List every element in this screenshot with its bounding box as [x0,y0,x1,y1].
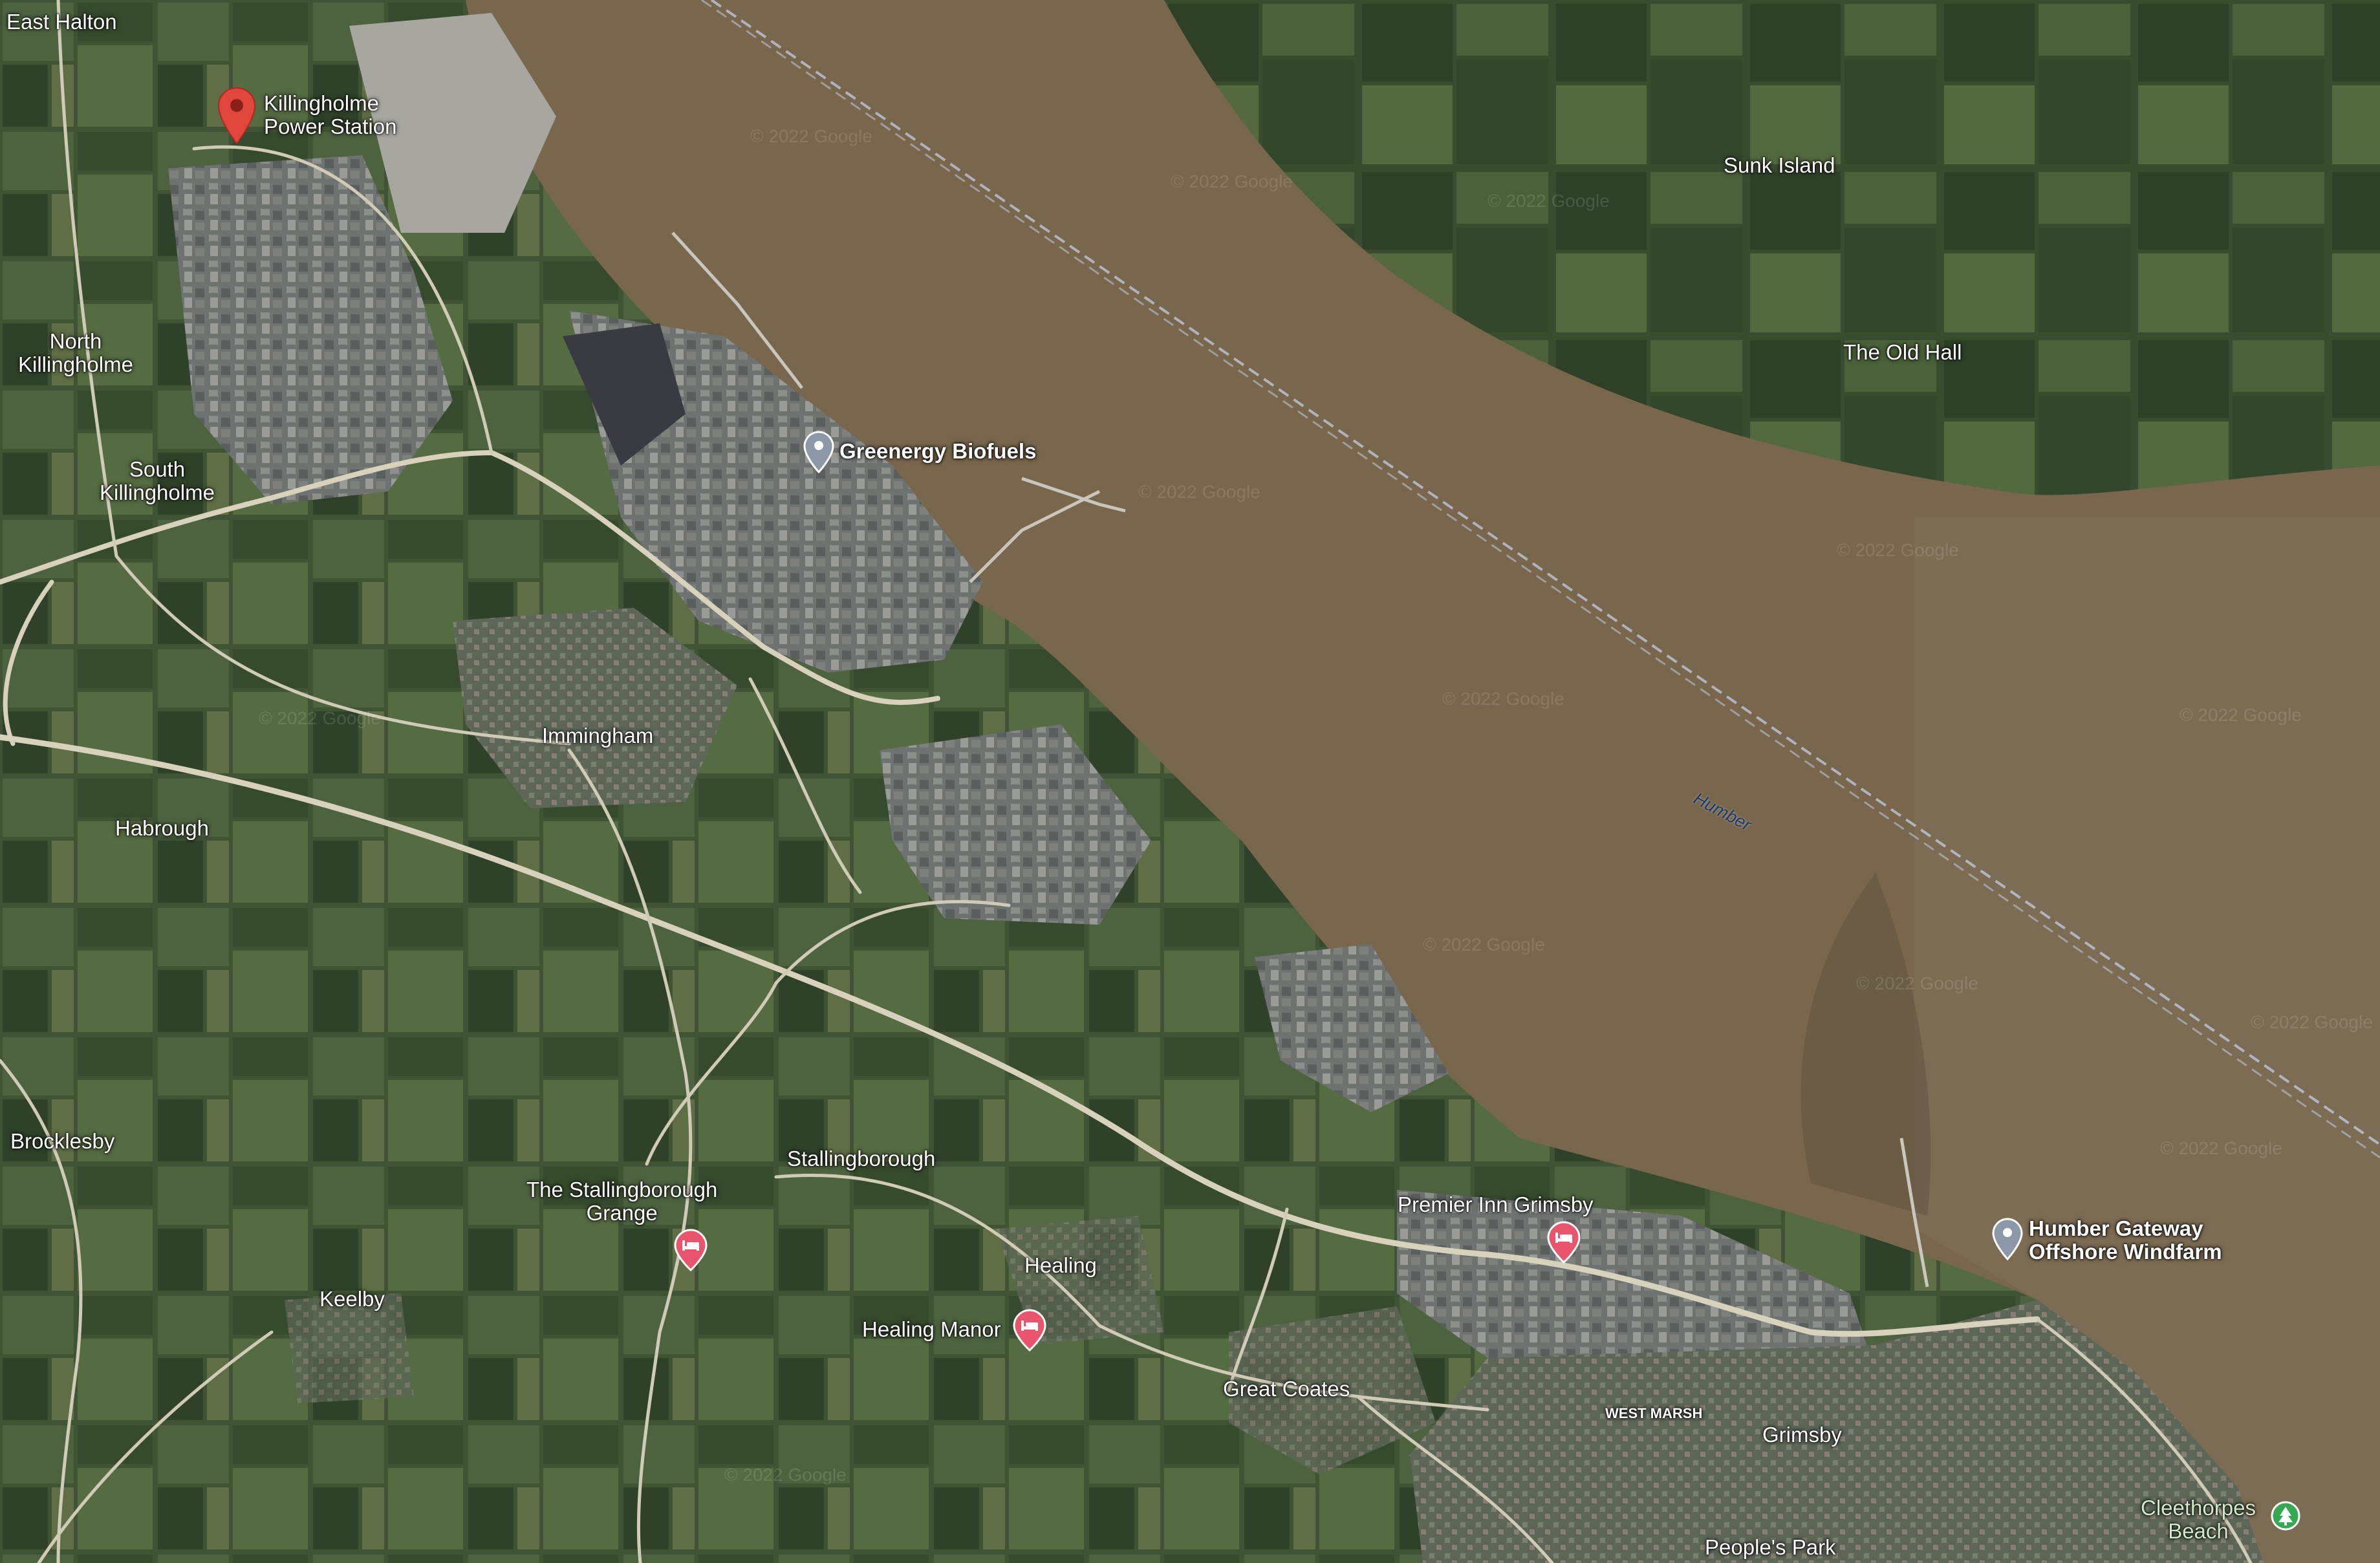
poi-label-cleethorpes-beach[interactable]: Cleethorpes Beach [2141,1496,2256,1543]
poi-label-greenergy-biofuels[interactable]: Greenergy Biofuels [839,440,1036,463]
poi-label-premier-inn-grimsby[interactable]: Premier Inn Grimsby [1398,1193,1594,1216]
park-icon[interactable] [2270,1500,2301,1531]
place-label-the-old-hall[interactable]: The Old Hall [1843,341,1962,364]
place-label-line: Killingholme [100,480,215,504]
poi-label-line: Offshore Windfarm [2029,1240,2222,1264]
place-label-peoples-park[interactable]: People's Park [1705,1536,1836,1559]
place-label-keelby[interactable]: Keelby [319,1288,385,1311]
poi-label-line: Grange [586,1201,658,1225]
place-label-line: South [129,457,186,481]
hotel-bed-icon[interactable] [674,1229,708,1271]
grey-location-pin-icon[interactable] [803,431,834,473]
place-label-west-marsh[interactable]: WEST MARSH [1605,1405,1702,1422]
place-label-south-killingholme[interactable]: South Killingholme [100,458,215,504]
place-label-stallingborough[interactable]: Stallingborough [787,1147,935,1170]
poi-label-humber-gateway-offshore-windfarm[interactable]: Humber Gateway Offshore Windfarm [2029,1217,2222,1264]
place-label-healing[interactable]: Healing [1024,1254,1097,1277]
place-label-great-coates[interactable]: Great Coates [1223,1377,1350,1401]
satellite-map[interactable]: © 2022 Google © 2022 Google © 2022 Googl… [0,0,2380,1563]
grey-location-pin-icon[interactable] [1992,1218,2023,1260]
place-label-habrough[interactable]: Habrough [115,817,209,840]
hotel-bed-icon[interactable] [1547,1221,1581,1264]
place-label-line: North [49,329,102,353]
poi-label-line: Killingholme [264,91,379,115]
place-label-north-killingholme[interactable]: North Killingholme [18,330,133,376]
poi-label-the-stallingborough-grange[interactable]: The Stallingborough Grange [526,1178,717,1225]
place-label-immingham[interactable]: Immingham [542,724,653,748]
place-label-east-halton[interactable]: East Halton [6,10,117,34]
place-label-sunk-island[interactable]: Sunk Island [1724,154,1835,177]
red-location-pin-icon[interactable] [217,87,256,145]
poi-label-line: Cleethorpes [2141,1496,2256,1520]
poi-label-line: Humber Gateway [2029,1216,2203,1240]
place-label-grimsby[interactable]: Grimsby [1762,1423,1842,1447]
poi-label-line: Beach [2168,1519,2229,1543]
hotel-bed-icon[interactable] [1013,1309,1046,1352]
place-label-line: Killingholme [18,352,133,376]
poi-label-line: Power Station [264,114,397,138]
poi-label-healing-manor[interactable]: Healing Manor [862,1318,1001,1341]
poi-label-line: The Stallingborough [526,1178,718,1202]
place-label-brocklesby[interactable]: Brocklesby [10,1130,114,1153]
poi-label-killingholme-power-station[interactable]: Killingholme Power Station [264,92,396,138]
